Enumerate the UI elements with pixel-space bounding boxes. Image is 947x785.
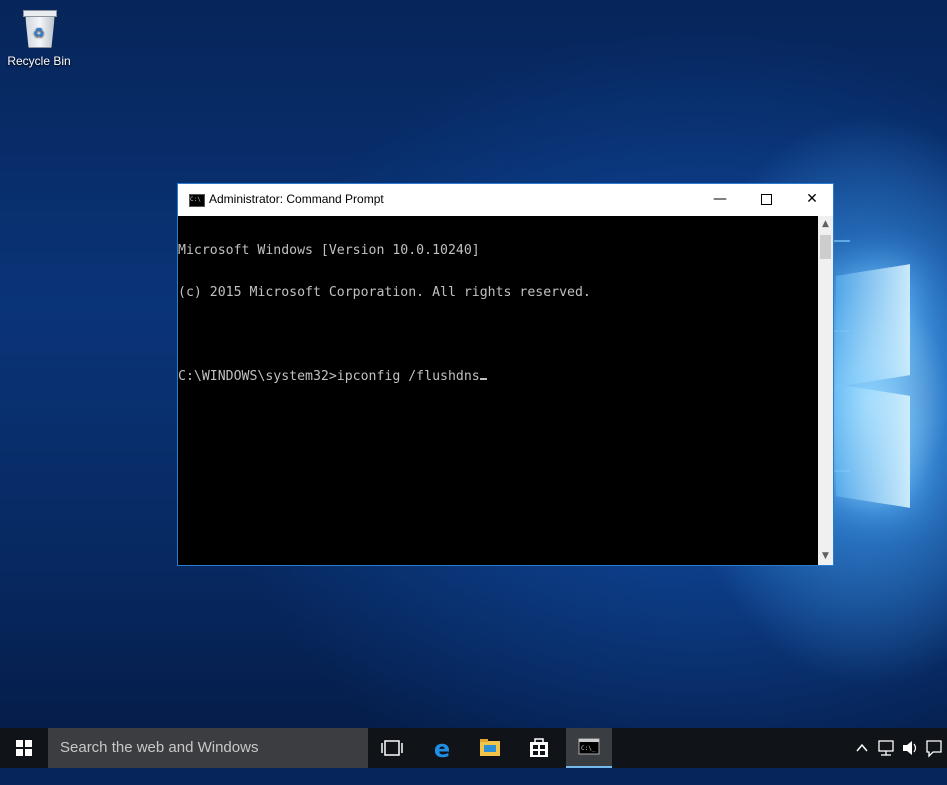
window-title: Administrator: Command Prompt [209, 192, 384, 206]
store-icon [530, 738, 548, 757]
console-prompt-line[interactable]: C:\WINDOWS\system32>ipconfig /flushdns [178, 370, 818, 384]
text-cursor [479, 378, 487, 380]
vertical-scrollbar[interactable]: ▲ ▼ [818, 216, 833, 565]
console-command: C:\WINDOWS\system32>ipconfig /flushdns [178, 369, 480, 384]
console-line: Microsoft Windows [Version 10.0.10240] [178, 243, 480, 258]
cmd-icon: C:\ [189, 194, 205, 207]
network-icon[interactable] [875, 728, 897, 768]
scroll-down-icon[interactable]: ▼ [818, 548, 833, 565]
notifications-icon[interactable] [923, 728, 945, 768]
folder-icon [480, 739, 500, 756]
chevron-up-icon[interactable] [851, 728, 873, 768]
volume-icon[interactable] [899, 728, 921, 768]
desktop-icon-recycle-bin[interactable]: ♻ Recycle Bin [4, 8, 74, 68]
command-prompt-window[interactable]: C:\ Administrator: Command Prompt — ✕ Mi… [177, 183, 834, 566]
desktop-icon-label: Recycle Bin [7, 54, 71, 68]
command-prompt-taskbar-button[interactable]: C:\_ [566, 728, 612, 768]
taskbar: Search the web and Windows e C:\_ [0, 728, 947, 768]
file-explorer-button[interactable] [467, 728, 513, 768]
maximize-button[interactable] [743, 184, 789, 214]
wallpaper-logo-pane [836, 384, 910, 508]
start-button[interactable] [0, 728, 48, 768]
close-icon: ✕ [806, 191, 818, 207]
minimize-button[interactable]: — [697, 184, 743, 214]
edge-icon: e [434, 735, 450, 763]
maximize-icon [760, 193, 772, 205]
minimize-icon: — [713, 191, 727, 207]
wallpaper-logo-pane [836, 264, 910, 387]
windows-logo-icon [16, 740, 32, 756]
scroll-thumb[interactable] [820, 235, 831, 259]
task-view-icon [381, 740, 403, 756]
cmd-icon: C:\_ [578, 738, 600, 755]
search-placeholder: Search the web and Windows [60, 739, 259, 756]
window-titlebar[interactable]: C:\ Administrator: Command Prompt — ✕ [178, 184, 833, 216]
svg-text:C:\_: C:\_ [581, 745, 596, 752]
recycle-bin-icon: ♻ [21, 8, 57, 48]
search-input[interactable]: Search the web and Windows [48, 728, 368, 768]
store-button[interactable] [516, 728, 562, 768]
task-view-button[interactable] [369, 728, 415, 768]
console-output[interactable]: Microsoft Windows [Version 10.0.10240] (… [178, 216, 818, 565]
svg-text:e: e [434, 735, 450, 763]
edge-button[interactable]: e [419, 728, 465, 768]
close-button[interactable]: ✕ [789, 184, 835, 214]
console-line: (c) 2015 Microsoft Corporation. All righ… [178, 285, 591, 300]
scroll-up-icon[interactable]: ▲ [818, 216, 833, 233]
